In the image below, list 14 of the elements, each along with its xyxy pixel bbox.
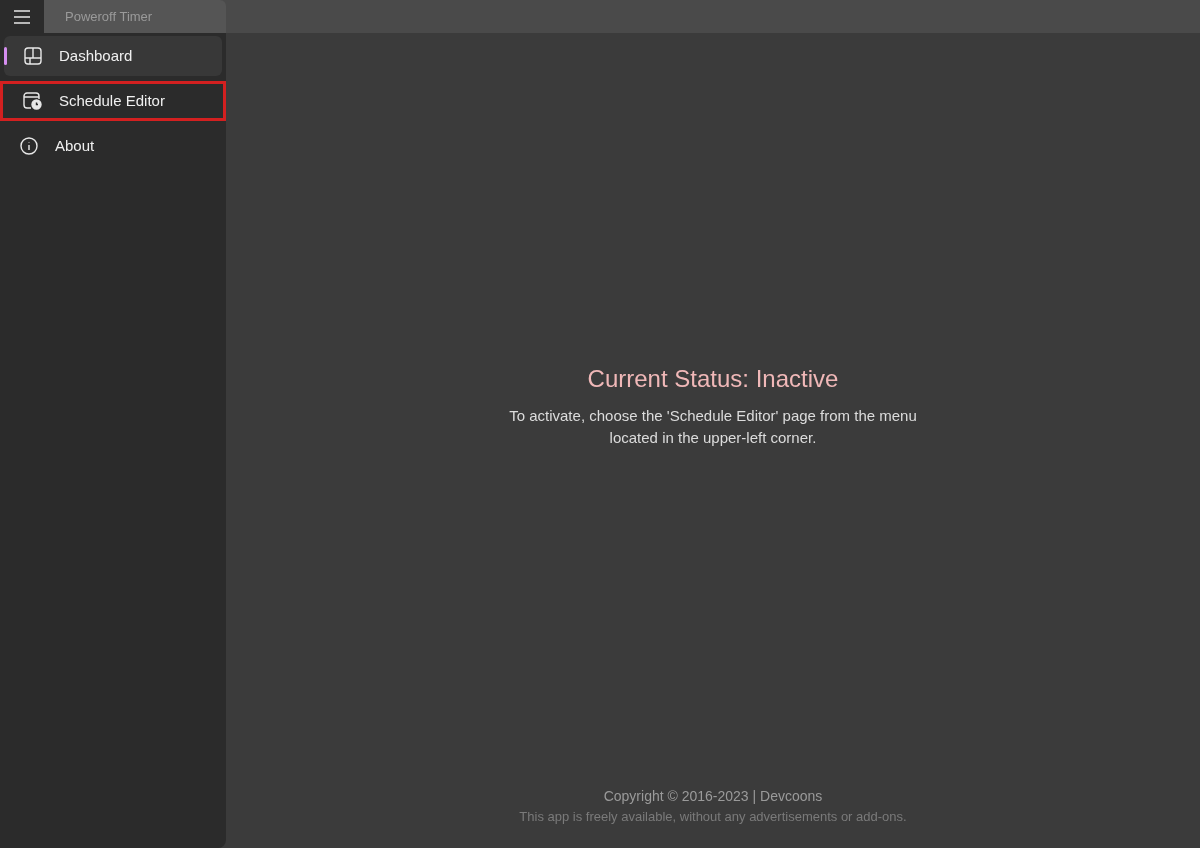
sidebar-item[interactable]: Schedule Editor [0, 81, 226, 121]
sidebar-item[interactable]: About [0, 126, 226, 166]
status-message: To activate, choose the 'Schedule Editor' page from the menu located in the upper-left corner. [508, 406, 918, 448]
menu-icon [13, 9, 31, 24]
sidebar-item[interactable]: Dashboard [4, 36, 222, 76]
menu-button[interactable] [0, 0, 44, 33]
status-title: Current Status: Inactive [587, 364, 839, 394]
window-title: Poweroff Timer [65, 7, 153, 26]
layout-grid-icon [24, 47, 42, 65]
footer-note: This app is freely available, without any advertisements or add-ons. [519, 807, 907, 826]
selection-indicator [4, 47, 7, 65]
info-icon [20, 137, 38, 155]
calendar-clock-icon [23, 92, 42, 110]
copyright-text: Copyright © 2016-2023 | Devcoons [603, 786, 823, 806]
